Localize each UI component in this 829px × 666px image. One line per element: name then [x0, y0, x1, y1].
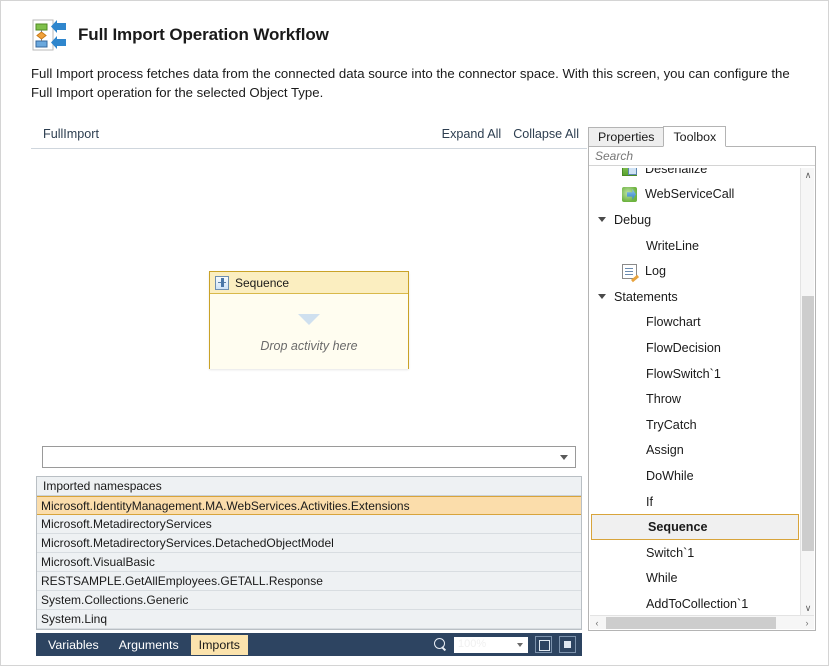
webservicecall-icon — [622, 186, 637, 202]
drop-arrow-icon — [298, 314, 320, 325]
toolbox-item-label: Sequence — [648, 520, 708, 535]
expander-triangle-icon[interactable] — [598, 294, 606, 300]
scroll-right-icon[interactable]: › — [800, 616, 814, 630]
toolbox-item-switch[interactable]: Switch`1 — [590, 540, 800, 566]
toolbox-item-addtocollection[interactable]: AddToCollection`1 — [590, 591, 800, 615]
imported-namespaces-header: Imported namespaces — [37, 477, 581, 496]
toolbox-item-webservicecall[interactable]: WebServiceCall — [590, 182, 800, 208]
breadcrumb[interactable]: FullImport — [43, 127, 99, 141]
tab-arguments[interactable]: Arguments — [111, 635, 187, 655]
toolbox-item-assign[interactable]: Assign — [590, 438, 800, 464]
toolbox-item-while[interactable]: While — [590, 566, 800, 592]
deserialize-icon — [622, 168, 637, 177]
toolbox-item-dowhile[interactable]: DoWhile — [590, 463, 800, 489]
scroll-left-icon[interactable]: ‹ — [590, 616, 604, 630]
list-item[interactable]: Microsoft.VisualBasic — [37, 553, 581, 572]
workflow-configuration-window: Full Import Operation Workflow Full Impo… — [0, 0, 829, 666]
toolbox-body: Search Deserialize WebServiceCall Debug — [588, 146, 816, 631]
list-item[interactable]: Microsoft.IdentityManagement.MA.WebServi… — [37, 496, 581, 515]
toolbox-item-if[interactable]: If — [590, 489, 800, 515]
toolbox-item-label: Switch`1 — [646, 545, 695, 560]
toolbox-item-label: While — [646, 571, 678, 586]
imported-namespaces-list[interactable]: Imported namespaces Microsoft.IdentityMa… — [36, 476, 582, 630]
expand-all-link[interactable]: Expand All — [442, 127, 502, 141]
toolbox-item-label: WebServiceCall — [645, 187, 735, 202]
toolbox-item-writeline[interactable]: WriteLine — [590, 233, 800, 259]
workflow-designer-pane: FullImport Expand All Collapse All Seque… — [31, 123, 587, 435]
toolbox-horizontal-scrollbar[interactable]: ‹ › — [590, 615, 814, 629]
list-item[interactable]: Microsoft.MetadirectoryServices — [37, 515, 581, 534]
sequence-icon — [215, 275, 229, 290]
tab-imports[interactable]: Imports — [190, 634, 248, 655]
page-description: Full Import process fetches data from th… — [31, 66, 790, 100]
toolbox-item-label: AddToCollection`1 — [646, 596, 749, 611]
toolbox-panel: Properties Toolbox Search Deserialize We… — [588, 126, 816, 656]
designer-canvas[interactable]: Sequence Drop activity here — [31, 149, 587, 435]
designer-toolbar: FullImport Expand All Collapse All — [31, 123, 587, 149]
chevron-down-icon[interactable] — [517, 642, 523, 647]
toolbox-item-label: If — [646, 494, 653, 509]
toolbox-item-flowchart[interactable]: Flowchart — [590, 310, 800, 336]
toolbox-item-throw[interactable]: Throw — [590, 386, 800, 412]
designer-status-bar: Variables Arguments Imports 100% — [36, 633, 582, 656]
sequence-activity-header: Sequence — [210, 272, 408, 294]
namespace-combo-input[interactable] — [42, 446, 576, 468]
sequence-activity[interactable]: Sequence Drop activity here — [209, 271, 409, 369]
expander-triangle-icon[interactable] — [598, 217, 606, 223]
restore-to-original-size-icon[interactable] — [559, 636, 576, 653]
sequence-activity-title: Sequence — [235, 275, 290, 290]
magnifier-icon[interactable] — [434, 638, 447, 651]
page-title: Full Import Operation Workflow — [78, 25, 329, 44]
list-item[interactable]: System.Linq — [37, 610, 581, 629]
sequence-drop-zone[interactable]: Drop activity here — [210, 294, 408, 369]
toolbox-item-label: Deserialize — [645, 168, 708, 176]
toolbox-group-label: Debug — [614, 212, 652, 227]
toolbox-group-label: Statements — [614, 289, 678, 304]
toolbox-group-statements[interactable]: Statements — [590, 284, 800, 310]
toolbox-item-flowswitch[interactable]: FlowSwitch`1 — [590, 361, 800, 387]
collapse-all-link[interactable]: Collapse All — [513, 127, 579, 141]
designer-links: Expand All Collapse All — [442, 127, 579, 141]
toolbox-item-label: DoWhile — [646, 468, 694, 483]
list-item[interactable]: System.Collections.Generic — [37, 591, 581, 610]
toolbox-item-flowdecision[interactable]: FlowDecision — [590, 335, 800, 361]
toolbox-item-sequence[interactable]: Sequence — [591, 514, 799, 540]
page-header: Full Import Operation Workflow — [31, 17, 329, 53]
drop-activity-hint: Drop activity here — [260, 339, 358, 353]
tab-toolbox[interactable]: Toolbox — [663, 126, 727, 147]
toolbox-search-placeholder: Search — [595, 149, 634, 163]
tab-variables[interactable]: Variables — [40, 635, 107, 655]
toolbox-item-deserialize[interactable]: Deserialize — [590, 168, 800, 182]
toolbox-tree[interactable]: Deserialize WebServiceCall Debug WriteLi… — [590, 168, 800, 615]
toolbox-item-label: WriteLine — [646, 238, 699, 253]
chevron-down-icon[interactable] — [560, 455, 568, 460]
toolbox-item-label: Assign — [646, 443, 684, 458]
toolbox-item-log[interactable]: Log — [590, 258, 800, 284]
toolbox-vertical-scrollbar[interactable]: ∧ ∨ — [800, 168, 814, 615]
tab-properties[interactable]: Properties — [588, 127, 665, 147]
fit-to-screen-icon[interactable] — [535, 636, 552, 653]
toolbox-item-label: Flowchart — [646, 315, 701, 330]
workflow-import-icon — [31, 17, 67, 53]
vertical-scrollbar-thumb[interactable] — [802, 296, 814, 551]
log-icon — [622, 263, 637, 279]
toolbox-search-input[interactable]: Search — [589, 147, 815, 166]
zoom-level-value: 100% — [458, 637, 487, 650]
horizontal-scrollbar-thumb[interactable] — [606, 617, 776, 629]
list-item[interactable]: RESTSAMPLE.GetAllEmployees.GETALL.Respon… — [37, 572, 581, 591]
scroll-up-icon[interactable]: ∧ — [801, 168, 815, 182]
list-item[interactable]: Microsoft.MetadirectoryServices.Detached… — [37, 534, 581, 553]
toolbox-item-label: Throw — [646, 392, 681, 407]
zoom-level-select[interactable]: 100% — [454, 636, 528, 653]
toolbox-item-label: Log — [645, 264, 667, 279]
toolbox-item-trycatch[interactable]: TryCatch — [590, 412, 800, 438]
scroll-down-icon[interactable]: ∨ — [801, 601, 815, 615]
status-bar-tools: 100% — [434, 636, 582, 653]
toolbox-item-label: FlowSwitch`1 — [646, 366, 721, 381]
panel-tabstrip: Properties Toolbox — [588, 126, 816, 147]
toolbox-group-debug[interactable]: Debug — [590, 207, 800, 233]
toolbox-item-label: TryCatch — [646, 417, 697, 432]
toolbox-item-label: FlowDecision — [646, 340, 721, 355]
